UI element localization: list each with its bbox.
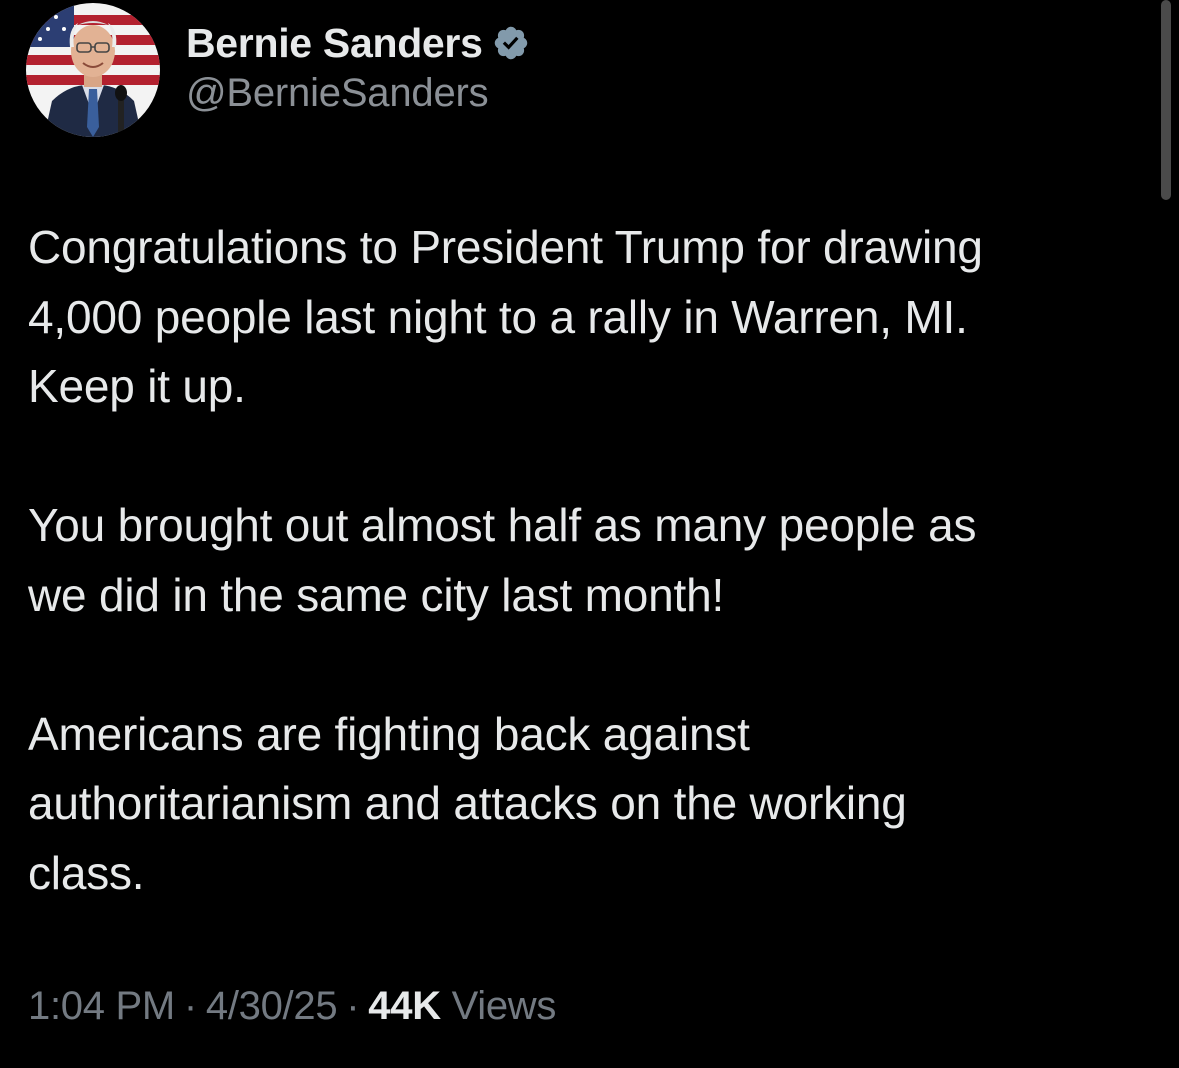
scrollbar[interactable] xyxy=(1161,0,1171,200)
handle[interactable]: @BernieSanders xyxy=(186,71,530,116)
tweet-meta: 1:04 PM · 4/30/25 · 44K Views xyxy=(28,984,556,1029)
separator-dot: · xyxy=(183,984,197,1028)
views-count[interactable]: 44K xyxy=(368,984,441,1028)
tweet-date[interactable]: 4/30/25 xyxy=(206,984,338,1028)
tweet-time[interactable]: 1:04 PM xyxy=(28,984,175,1028)
tweet-paragraph: Congratulations to President Trump for d… xyxy=(28,221,983,412)
tweet-paragraph: You brought out almost half as many peop… xyxy=(28,499,977,621)
display-name[interactable]: Bernie Sanders xyxy=(186,20,483,67)
verified-badge-icon xyxy=(492,24,530,62)
author-names: Bernie Sanders @BernieSanders xyxy=(186,17,530,116)
tweet-paragraph: Americans are fighting back against auth… xyxy=(28,707,907,899)
views-label[interactable]: Views xyxy=(452,984,557,1028)
tweet-header: Bernie Sanders @BernieSanders xyxy=(26,3,530,137)
avatar[interactable] xyxy=(26,3,160,137)
separator-dot: · xyxy=(346,984,360,1028)
tweet-text: Congratulations to President Trump for d… xyxy=(28,213,1138,908)
name-row: Bernie Sanders xyxy=(186,17,530,69)
